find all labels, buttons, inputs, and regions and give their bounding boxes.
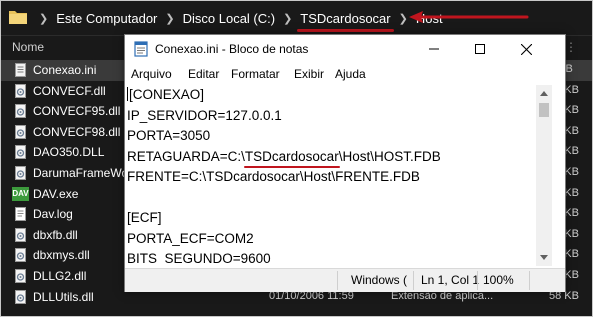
screenshot-frame: ❯ Este Computador ❯ Disco Local (C:) ❯ T… — [0, 0, 593, 317]
text-segment: \Host\HOST.FDB — [338, 148, 441, 164]
text-line: [ECF] — [127, 210, 162, 225]
dll-file-icon — [15, 165, 26, 180]
scroll-up-icon[interactable] — [540, 91, 548, 96]
notepad-window: Conexao.ini - Bloco de notas Arquivo Edi… — [124, 34, 566, 292]
close-icon — [520, 43, 532, 55]
text-line: BITS_SEGUNDO=9600 — [127, 251, 271, 265]
menu-exibir[interactable]: Exibir — [294, 67, 324, 81]
file-name: CONVECF95.dll — [33, 104, 121, 119]
text-line — [127, 188, 535, 209]
status-divider — [413, 271, 414, 290]
menu-arquivo[interactable]: Arquivo — [131, 67, 172, 81]
status-encoding: Windows ( — [351, 273, 408, 287]
menu-bar: Arquivo Editar Formatar Exibir Ajuda — [125, 64, 565, 84]
text-segment: RETAGUARDA=C:\ — [127, 148, 245, 164]
dll-file-icon — [15, 124, 26, 139]
status-divider — [529, 271, 530, 290]
file-name: CONVECF.dll — [33, 83, 106, 98]
file-name: DAV.exe — [33, 186, 79, 201]
text-caret — [127, 87, 128, 101]
address-bar[interactable]: ❯ Este Computador ❯ Disco Local (C:) ❯ T… — [1, 1, 592, 36]
text-line-content: [CONEXAO] — [129, 87, 205, 102]
file-name: dbxmys.dll — [33, 248, 90, 263]
status-bar: Windows ( Ln 1, Col 1 100% — [125, 268, 565, 292]
status-zoom: 100% — [483, 273, 514, 287]
red-underline-annotation — [297, 28, 394, 32]
text-line: FRENTE=C:\TSDcardosocar\Host\FRENTE.FDB — [127, 169, 420, 184]
text-line: [CONEXAO] — [127, 85, 535, 106]
maximize-icon — [475, 44, 485, 54]
dll-file-icon — [15, 227, 26, 242]
text-editor[interactable]: [CONEXAO] IP_SERVIDOR=127.0.0.1 PORTA=30… — [127, 85, 535, 265]
chevron-right-icon: ❯ — [39, 12, 49, 25]
minimize-button[interactable] — [411, 35, 457, 63]
dll-file-icon — [15, 248, 26, 263]
file-name: CONVECF98.dll — [33, 124, 121, 139]
text-line: IP_SERVIDOR=127.0.0.1 — [127, 107, 282, 123]
file-name: dbxfb.dll — [33, 227, 78, 242]
file-name: Conexao.ini — [33, 63, 97, 77]
status-position: Ln 1, Col 1 — [421, 273, 480, 287]
file-name: DarumaFrameWo — [33, 165, 129, 180]
folder-icon — [9, 11, 27, 24]
vertical-scrollbar[interactable] — [536, 85, 552, 266]
breadcrumb-item-highlighted[interactable]: TSDcardosocar — [297, 10, 394, 32]
status-divider — [337, 271, 338, 290]
maximize-button[interactable] — [457, 35, 503, 63]
breadcrumb-item[interactable]: Este Computador — [56, 11, 157, 26]
menu-editar[interactable]: Editar — [188, 67, 219, 81]
menu-ajuda[interactable]: Ajuda — [335, 67, 366, 81]
dav-exe-icon: DAV — [12, 186, 29, 201]
dll-file-icon — [15, 268, 26, 283]
breadcrumb-item[interactable]: Disco Local (C:) — [183, 11, 275, 26]
scroll-down-icon[interactable] — [540, 255, 548, 260]
chevron-right-icon: ❯ — [398, 12, 408, 25]
chevron-right-icon: ❯ — [165, 12, 175, 25]
breadcrumb: ❯ Este Computador ❯ Disco Local (C:) ❯ T… — [31, 1, 443, 35]
text-segment-underlined: TSDcardosocar — [243, 147, 340, 168]
column-header-name[interactable]: Nome — [12, 40, 44, 54]
file-name: Dav.log — [33, 207, 73, 222]
text-line: PORTA_ECF=COM2 — [127, 230, 254, 246]
file-name: DAO350.DLL — [33, 145, 105, 160]
text-line-retaguarda: RETAGUARDA=C:\TSDcardosocar\Host\HOST.FD… — [127, 147, 535, 168]
column-header-edge: ⋮ — [565, 40, 577, 54]
log-file-icon — [15, 207, 26, 222]
close-button[interactable] — [503, 35, 549, 63]
minimize-icon — [429, 48, 439, 50]
status-divider — [477, 271, 478, 290]
file-name: DLLUtils.dll — [33, 289, 94, 304]
breadcrumb-label: TSDcardosocar — [300, 10, 391, 26]
dll-file-icon — [15, 289, 26, 304]
chevron-right-icon: ❯ — [283, 12, 293, 25]
text-line: PORTA=3050 — [127, 128, 211, 143]
dll-file-icon — [15, 104, 26, 119]
scroll-thumb[interactable] — [539, 103, 549, 117]
dll-file-icon — [15, 83, 26, 98]
menu-formatar[interactable]: Formatar — [231, 67, 280, 81]
dll-file-icon — [15, 145, 26, 160]
notepad-icon — [134, 41, 148, 57]
title-bar[interactable]: Conexao.ini - Bloco de notas — [125, 35, 565, 63]
window-title: Conexao.ini - Bloco de notas — [155, 42, 309, 56]
red-arrow-annotation — [409, 11, 529, 23]
ini-file-icon — [15, 63, 26, 77]
file-name: DLLG2.dll — [33, 268, 87, 283]
